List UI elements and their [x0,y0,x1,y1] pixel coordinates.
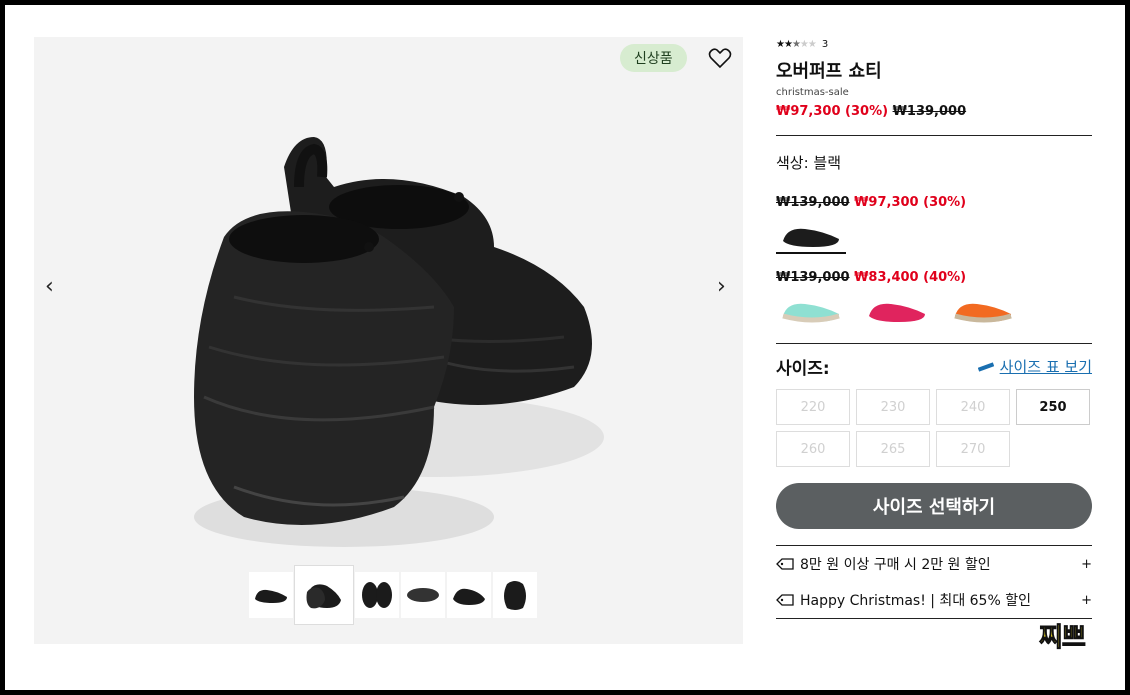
thumbnail-sole[interactable] [401,572,445,618]
size-option-240[interactable]: 240 [936,389,1010,425]
size-option-220[interactable]: 220 [776,389,850,425]
promo-text: Happy Christmas! | 최대 65% 할인 [800,593,1031,609]
swatch-black[interactable] [776,218,846,254]
thumbnail-side[interactable] [249,572,293,618]
group-sale-price: ₩83,400 (40%) [854,270,967,285]
tag-icon [776,558,794,570]
group-original-price: ₩139,000 [776,195,850,210]
group-original-price: ₩139,000 [776,270,850,285]
thumbnail-strip [249,565,537,625]
ruler-icon [977,361,994,372]
size-option-250[interactable]: 250 [1016,389,1090,425]
product-gallery: 신상품 ‹ › [34,37,743,644]
size-option-260[interactable]: 260 [776,431,850,467]
swatch-mint[interactable] [776,293,846,329]
product-title: 오버퍼프 쇼티 [776,61,882,82]
wishlist-button[interactable] [708,47,732,69]
color-group-price: ₩139,000 ₩97,300 (30%) [776,195,1092,210]
expand-icon[interactable]: + [1081,593,1092,608]
color-label: 색상: 블랙 [776,154,842,172]
size-option-270[interactable]: 270 [936,431,1010,467]
gallery-next-button[interactable]: › [717,274,726,299]
select-size-button[interactable]: 사이즈 선택하기 [776,483,1092,529]
color-swatches [776,218,1092,254]
promo-item[interactable]: Happy Christmas! | 최대 65% 할인 + [776,582,1092,618]
thumbnail-front[interactable] [355,572,399,618]
group-sale-price: ₩97,300 (30%) [854,195,967,210]
size-option-230[interactable]: 230 [856,389,930,425]
size-header: 사이즈: 사이즈 표 보기 [776,354,1092,379]
promo-item[interactable]: 8만 원 이상 구매 시 2만 원 할인 + [776,546,1092,582]
heart-icon [708,48,732,69]
sale-price: ₩97,300 (30%) [776,104,889,119]
swatch-orange[interactable] [948,293,1018,329]
tag-icon [776,594,794,606]
review-count[interactable]: 3 [822,39,828,50]
original-price: ₩139,000 [892,104,967,119]
price-row: ₩97,300 (30%) ₩139,000 [776,104,1092,119]
watermark: 찌쁘 [1039,623,1087,654]
product-info-panel: ★★★★★ 3 오버퍼프 쇼티 christmas-sale ₩97,300 (… [776,37,1092,619]
thumbnail-angle[interactable] [447,572,491,618]
color-group-price: ₩139,000 ₩83,400 (40%) [776,270,1092,285]
product-tag: christmas-sale [776,87,849,98]
thumbnail-back[interactable] [493,572,537,618]
size-guide-label: 사이즈 표 보기 [999,358,1092,376]
new-badge: 신상품 [620,44,687,72]
divider [776,343,1092,344]
size-guide-link[interactable]: 사이즈 표 보기 [977,356,1092,377]
thumbnail-pair[interactable] [295,566,353,624]
product-main-image [194,137,604,547]
rating-stars: ★★★★★ [776,38,817,50]
swatch-pink[interactable] [862,293,932,329]
divider [776,135,1092,136]
expand-icon[interactable]: + [1081,557,1092,572]
rating-row: ★★★★★ 3 [776,37,1092,51]
gallery-prev-button[interactable]: ‹ [45,274,54,299]
size-label: 사이즈: [776,359,830,379]
size-grid: 220 230 240 250 260 265 270 [776,389,1092,467]
page: 신상품 ‹ › ★★★★★ 3 오버퍼프 쇼티 christmas-sale ₩… [5,5,1125,690]
size-option-265[interactable]: 265 [856,431,930,467]
color-swatches [776,293,1092,329]
promo-text: 8만 원 이상 구매 시 2만 원 할인 [800,557,991,573]
